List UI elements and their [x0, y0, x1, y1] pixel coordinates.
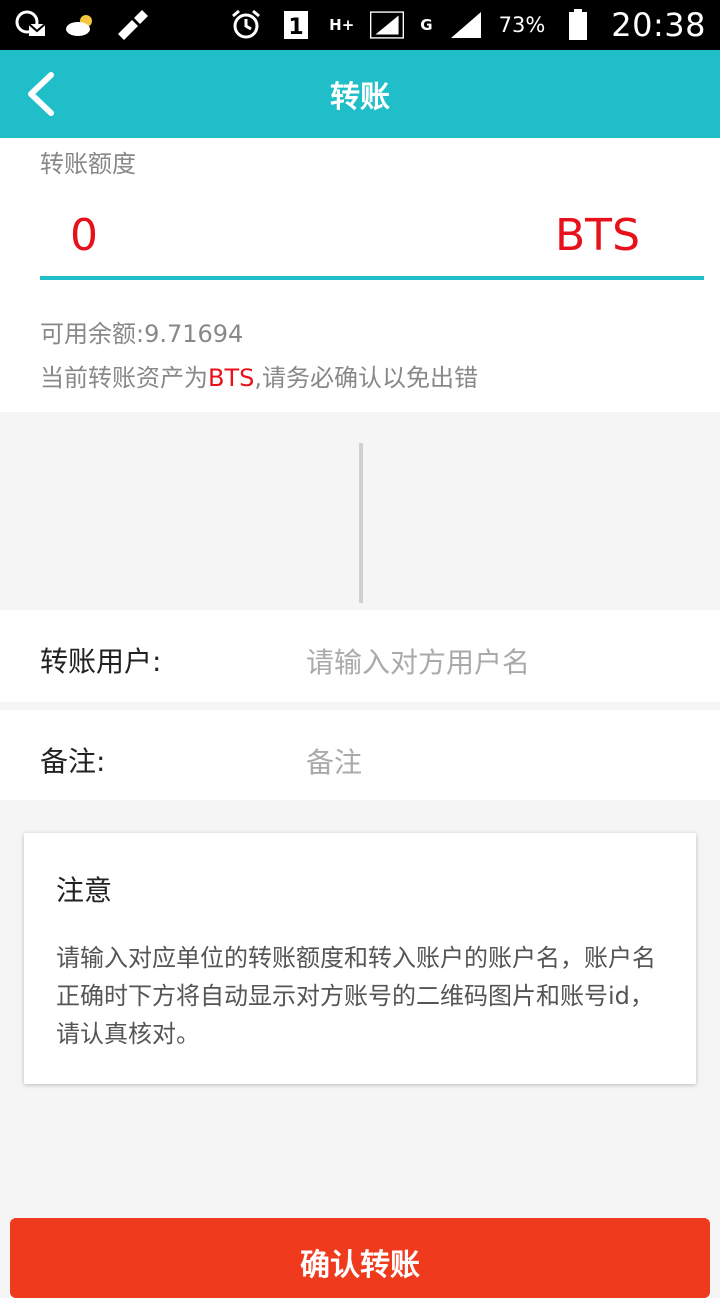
- signal-strength-2-icon: [449, 10, 483, 40]
- memo-row: 备注:: [0, 710, 720, 800]
- network-type-label: H+: [329, 16, 355, 34]
- middle-divider: [359, 443, 363, 603]
- asset-hint-suffix: ,请务必确认以免出错: [254, 364, 478, 392]
- battery-icon: [561, 9, 595, 40]
- amount-value: 0: [70, 210, 98, 261]
- back-button[interactable]: [10, 64, 70, 124]
- memo-input[interactable]: [306, 732, 696, 792]
- alarm-icon: [229, 10, 263, 40]
- amount-section: 转账额度 0 BTS 可用余额:9.71694 当前转账资产为BTS,请务必确认…: [0, 138, 720, 412]
- recipient-input[interactable]: [306, 632, 696, 692]
- asset-hint: 当前转账资产为BTS,请务必确认以免出错: [40, 358, 478, 393]
- available-balance: 可用余额:9.71694: [40, 320, 244, 348]
- amount-label: 转账额度: [40, 150, 136, 178]
- cleaner-icon: [114, 10, 148, 40]
- network-type-2-label: G: [420, 16, 433, 34]
- notification-mail-icon: [14, 10, 48, 40]
- svg-text:1: 1: [289, 15, 304, 40]
- battery-percent: 73%: [498, 13, 546, 37]
- notice-card: 注意 请输入对应单位的转账额度和转入账户的账户名，账户名正确时下方将自动显示对方…: [24, 833, 696, 1084]
- status-bar: 1 H+ G 73% 20:38: [0, 0, 720, 50]
- amount-unit: BTS: [555, 210, 640, 261]
- recipient-label: 转账用户:: [40, 645, 162, 678]
- signal-strength-icon: [370, 10, 405, 40]
- clock-time: 20:38: [611, 6, 706, 44]
- chevron-left-icon: [28, 72, 54, 116]
- asset-hint-prefix: 当前转账资产为: [40, 364, 208, 392]
- memo-label: 备注:: [40, 745, 106, 778]
- title-bar: 转账: [0, 50, 720, 138]
- page-title: 转账: [330, 80, 390, 115]
- recipient-row: 转账用户:: [0, 610, 720, 702]
- weather-icon: [64, 10, 98, 40]
- sim-card-icon: 1: [279, 10, 313, 40]
- asset-hint-asset: BTS: [208, 364, 255, 392]
- confirm-transfer-button[interactable]: 确认转账: [10, 1218, 710, 1298]
- notice-body: 请输入对应单位的转账额度和转入账户的账户名，账户名正确时下方将自动显示对方账号的…: [56, 944, 656, 1048]
- amount-input[interactable]: 0 BTS: [40, 198, 704, 280]
- notice-title: 注意: [56, 874, 113, 907]
